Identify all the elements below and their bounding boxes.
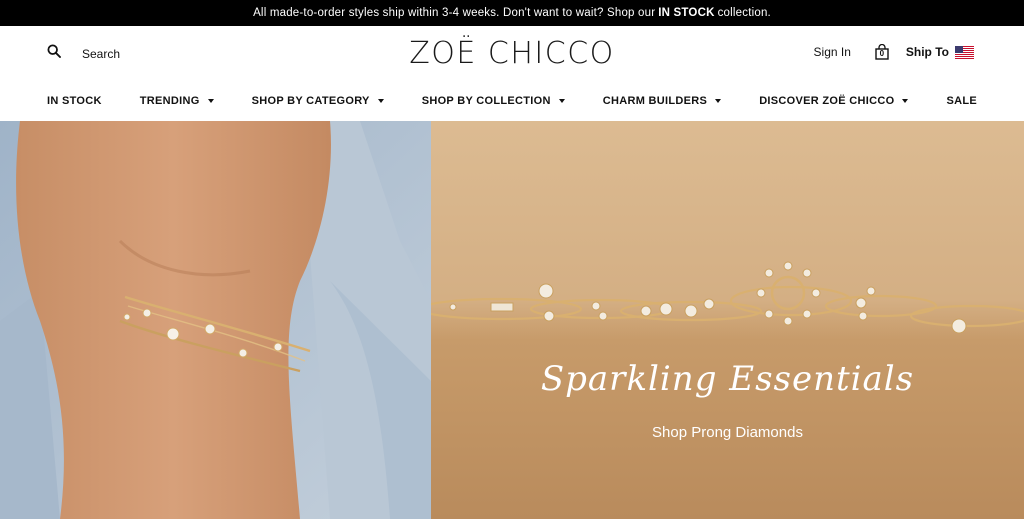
announcement-bar: All made-to-order styles ship within 3-4… (0, 0, 1024, 26)
announcement-text-end: collection. (717, 7, 771, 19)
chevron-down-icon (377, 99, 384, 103)
nav-discover[interactable]: DISCOVER ZOË CHICCO (740, 95, 927, 107)
nav-label: SALE (946, 95, 978, 107)
hero-title: Sparkling Essentials (540, 359, 915, 399)
chevron-down-icon (715, 99, 722, 103)
hero-bracelet-image[interactable] (0, 121, 431, 519)
announcement-text: All made-to-order styles ship within 3-4… (253, 7, 656, 19)
nav-charm-builders[interactable]: CHARM BUILDERS (584, 95, 740, 107)
nav-label: DISCOVER ZOË CHICCO (759, 95, 895, 107)
rings-illustration (431, 121, 1024, 519)
header-tools: Sign In 0 Ship To (814, 44, 974, 60)
cart-count: 0 (879, 49, 885, 58)
nav-in-stock[interactable]: IN STOCK (28, 95, 121, 107)
nav-label: SHOP BY CATEGORY (251, 95, 370, 107)
nav-label: CHARM BUILDERS (602, 95, 708, 107)
nav-trending[interactable]: TRENDING (121, 95, 233, 107)
hero-rings-image[interactable]: Sparkling Essentials Shop Prong Diamonds (431, 121, 1024, 519)
chevron-down-icon (902, 99, 909, 103)
nav-shop-by-category[interactable]: SHOP BY CATEGORY (233, 95, 403, 107)
nav-shop-by-collection[interactable]: SHOP BY COLLECTION (403, 95, 584, 107)
nav-label: IN STOCK (46, 95, 102, 107)
chevron-down-icon (558, 99, 565, 103)
ship-to-label[interactable]: Ship To (906, 45, 949, 59)
chevron-down-icon (207, 99, 214, 103)
cart-button[interactable]: 0 (875, 44, 889, 60)
main-nav: IN STOCK TRENDING SHOP BY CATEGORY SHOP … (0, 82, 1024, 120)
nav-sale[interactable]: SALE (927, 95, 996, 107)
shop-prong-diamonds-link[interactable]: Shop Prong Diamonds (431, 424, 1024, 441)
us-flag-icon[interactable] (955, 45, 974, 59)
announcement-in-stock-link[interactable]: IN STOCK (658, 7, 714, 19)
bracelet-illustration (0, 121, 431, 519)
site-header: Search ZOË CHICCO Sign In 0 Ship To (0, 26, 1024, 82)
nav-label: SHOP BY COLLECTION (421, 95, 551, 107)
nav-label: TRENDING (139, 95, 200, 107)
hero-banner: Sparkling Essentials Shop Prong Diamonds (0, 121, 1024, 519)
sign-in-link[interactable]: Sign In (814, 45, 851, 59)
